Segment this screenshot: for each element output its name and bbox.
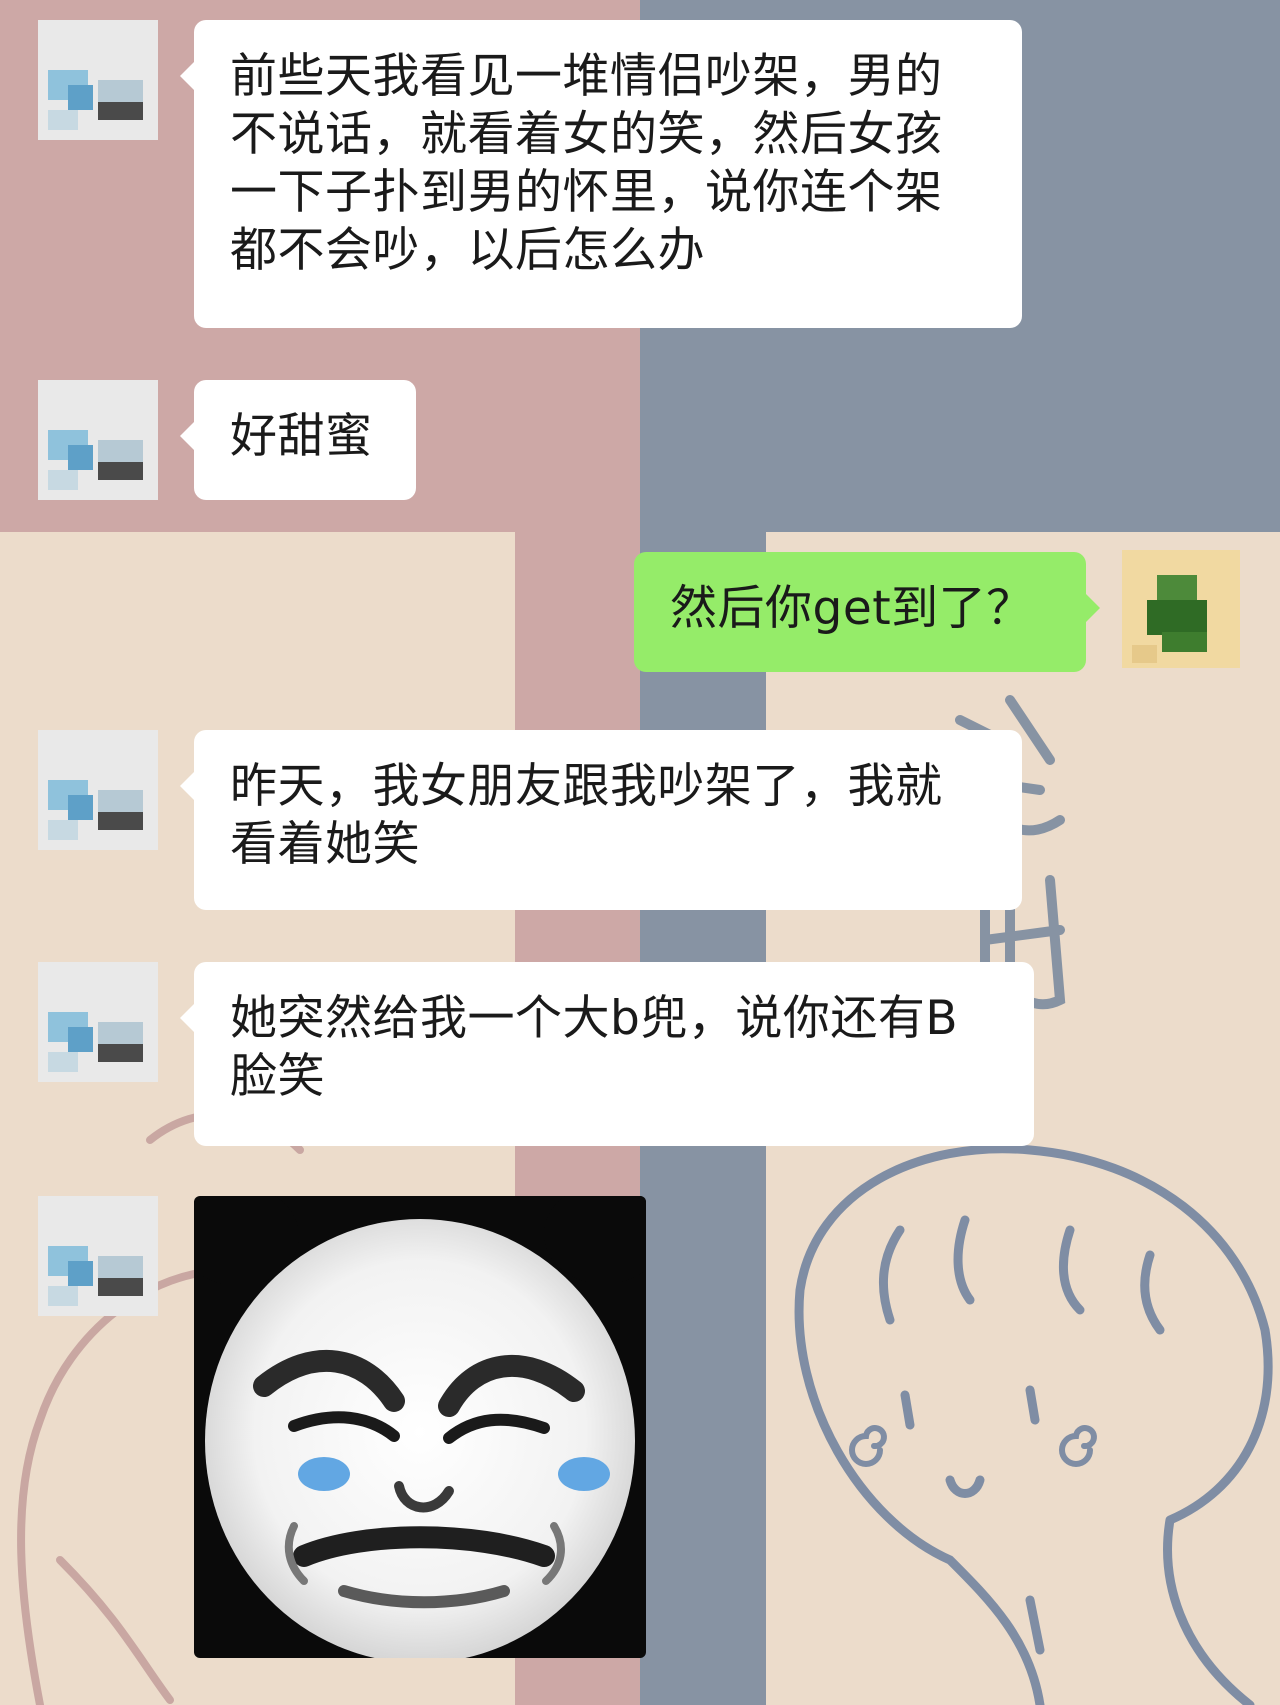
message-bubble-incoming[interactable]: 她突然给我一个大b兜，说你还有B 脸笑: [180, 962, 1034, 1146]
panda-face-icon: [194, 1196, 646, 1658]
panda-meme-sticker[interactable]: [194, 1196, 646, 1658]
message-bubble-incoming[interactable]: 昨天，我女朋友跟我吵架了，我就 看着她笑: [180, 730, 1022, 910]
contact-avatar[interactable]: [38, 962, 158, 1082]
user-avatar[interactable]: [1122, 550, 1240, 668]
contact-avatar[interactable]: [38, 380, 158, 500]
contact-avatar[interactable]: [38, 730, 158, 850]
message-bubble-incoming[interactable]: 前些天我看见一堆情侣吵架，男的 不说话，就看着女的笑，然后女孩 一下子扑到男的怀…: [180, 20, 1022, 328]
contact-avatar[interactable]: [38, 20, 158, 140]
message-bubble-outgoing[interactable]: 然后你get到了？: [634, 552, 1100, 672]
message-bubble-incoming[interactable]: 好甜蜜: [180, 380, 416, 500]
contact-avatar[interactable]: [38, 1196, 158, 1316]
